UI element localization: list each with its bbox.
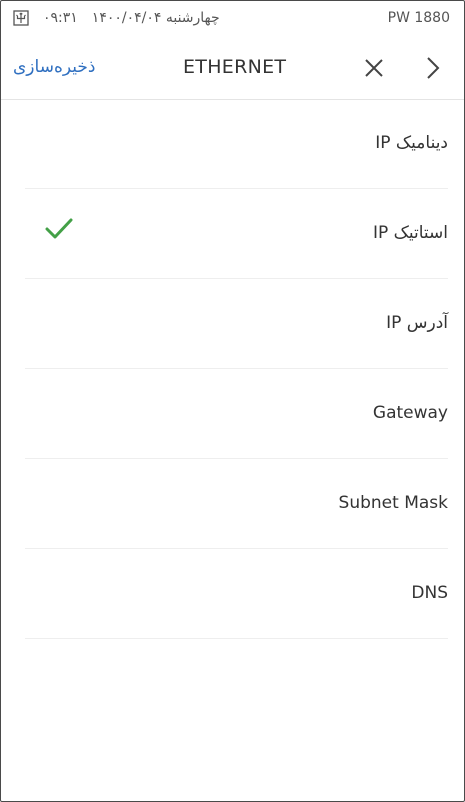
list-item-dns[interactable]: DNS [25,549,448,639]
chevron-right-icon[interactable] [419,55,445,81]
save-button[interactable]: ذخیره‌سازی [13,57,95,77]
list-item-subnet-mask[interactable]: Subnet Mask [25,459,448,549]
list-item-label: Subnet Mask [338,493,448,513]
status-date: چهارشنبه ۱۴۰۰/۰۴/۰۴ [91,10,220,26]
list-item-ip-address[interactable]: آدرس IP [25,279,448,369]
list-item-label: Gateway [372,403,448,423]
list-item-label: استاتیک IP [372,223,448,243]
list-item-dynamic-ip[interactable]: دینامیک IP [25,99,448,189]
phone-screen: ۰۹:۳۱ چهارشنبه ۱۴۰۰/۰۴/۰۴ PW 1880 ذخیره‌… [0,0,465,802]
status-bar: ۰۹:۳۱ چهارشنبه ۱۴۰۰/۰۴/۰۴ PW 1880 [1,1,464,37]
list-item-label: آدرس IP [386,313,448,333]
list-item-gateway[interactable]: Gateway [25,369,448,459]
usb-icon [13,10,29,26]
list-item-label: دینامیک IP [375,133,448,153]
status-left-group: ۰۹:۳۱ چهارشنبه ۱۴۰۰/۰۴/۰۴ [13,10,220,26]
close-icon[interactable] [361,55,387,81]
nav-bar: ذخیره‌سازی ETHERNET [1,37,464,100]
status-time: ۰۹:۳۱ [43,10,78,26]
device-model: PW 1880 [387,10,450,26]
page-title: ETHERNET [183,56,287,78]
list-item-static-ip[interactable]: استاتیک IP [25,189,448,279]
checkmark-icon [45,218,73,239]
list-item-label: DNS [411,583,448,603]
settings-list: دینامیک IP استاتیک IP آدرس IP Gateway Su… [1,99,464,639]
